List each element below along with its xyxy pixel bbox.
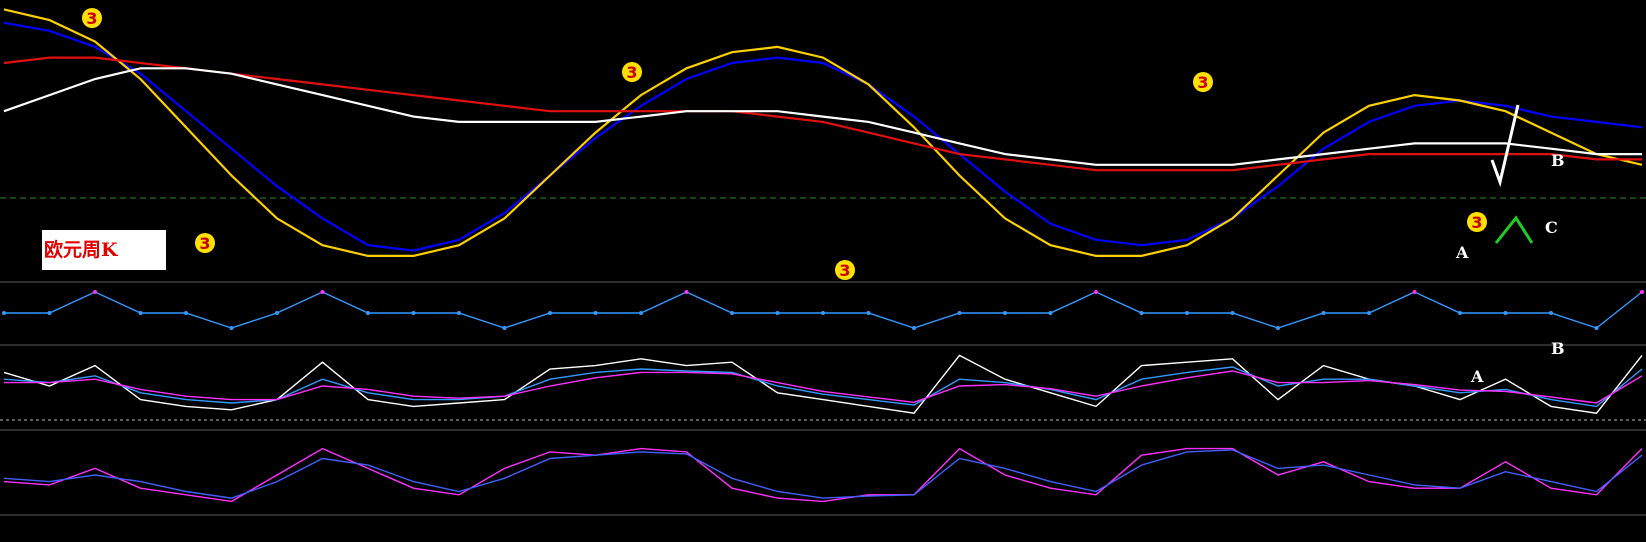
osc1-point-32: [1458, 311, 1462, 315]
wave-marker-label-2: 3: [626, 63, 637, 82]
osc1-point-17: [775, 311, 780, 315]
osc1-point-28: [1276, 326, 1280, 330]
green-peak-stroke: [1494, 215, 1534, 244]
wave-marker-label-4: 3: [1197, 73, 1208, 92]
series-line-oscillator-2-2: [4, 370, 1643, 404]
series-line-price-1: [3, 8, 1643, 257]
osc1-point-14: [639, 311, 643, 315]
annotation-2: C: [1545, 218, 1558, 237]
annotation-0: A: [1455, 243, 1469, 262]
osc1-point-29: [1321, 311, 1326, 315]
series-line-oscillator-1-0: [4, 291, 1643, 329]
wave-marker-label-5: 3: [1471, 213, 1482, 232]
osc1-point-12: [548, 311, 552, 315]
series-line-oscillator-2-0: [3, 354, 1643, 414]
osc1-point-13: [593, 311, 598, 315]
wave-marker-label-0: 3: [86, 9, 97, 28]
osc1-point-20: [912, 326, 916, 330]
osc1-point-27: [1230, 311, 1235, 315]
osc1-point-11: [502, 326, 507, 330]
osc1-point-24: [1094, 290, 1098, 294]
osc1-point-4: [184, 311, 188, 315]
osc1-point-1: [47, 311, 52, 315]
wave-marker-label-3: 3: [839, 261, 850, 280]
osc1-point-7: [320, 290, 325, 294]
osc1-point-34: [1549, 311, 1553, 315]
osc1-point-30: [1367, 311, 1371, 315]
osc1-point-31: [1412, 290, 1417, 294]
osc1-point-16: [730, 311, 734, 315]
chart-svg: 333333ABCAB: [0, 8, 1646, 516]
series-line-price-3: [3, 67, 1642, 166]
annotation-3: A: [1470, 367, 1484, 386]
osc1-point-0: [2, 311, 6, 315]
annotation-1: B: [1551, 151, 1565, 170]
osc1-point-36: [1640, 290, 1644, 294]
osc1-point-23: [1048, 311, 1053, 315]
series-line-price-2: [3, 56, 1642, 172]
osc1-point-15: [684, 290, 689, 294]
chart-root: 333333ABCAB 欧元周K: [0, 0, 1646, 542]
symbol-label: 欧元周K: [42, 230, 166, 270]
wave-marker-label-1: 3: [199, 234, 210, 253]
osc1-point-33: [1503, 311, 1508, 315]
osc1-point-25: [1139, 311, 1144, 315]
osc1-point-21: [957, 311, 962, 315]
osc1-point-22: [1003, 311, 1007, 315]
osc1-point-3: [138, 311, 143, 315]
osc1-point-19: [866, 311, 871, 315]
osc1-point-9: [411, 311, 416, 315]
series-line-oscillator-3-0: [3, 447, 1643, 503]
osc1-point-5: [229, 326, 234, 330]
series-line-oscillator-3-1: [3, 449, 1643, 499]
series-line-oscillator-2-1: [3, 366, 1643, 408]
osc1-point-10: [457, 311, 461, 315]
osc1-point-18: [821, 311, 825, 315]
osc1-point-6: [275, 311, 279, 315]
osc1-point-2: [93, 290, 97, 294]
osc1-point-26: [1185, 311, 1189, 315]
osc1-point-35: [1594, 326, 1599, 330]
annotation-4: B: [1551, 339, 1565, 358]
osc1-point-8: [366, 311, 370, 315]
